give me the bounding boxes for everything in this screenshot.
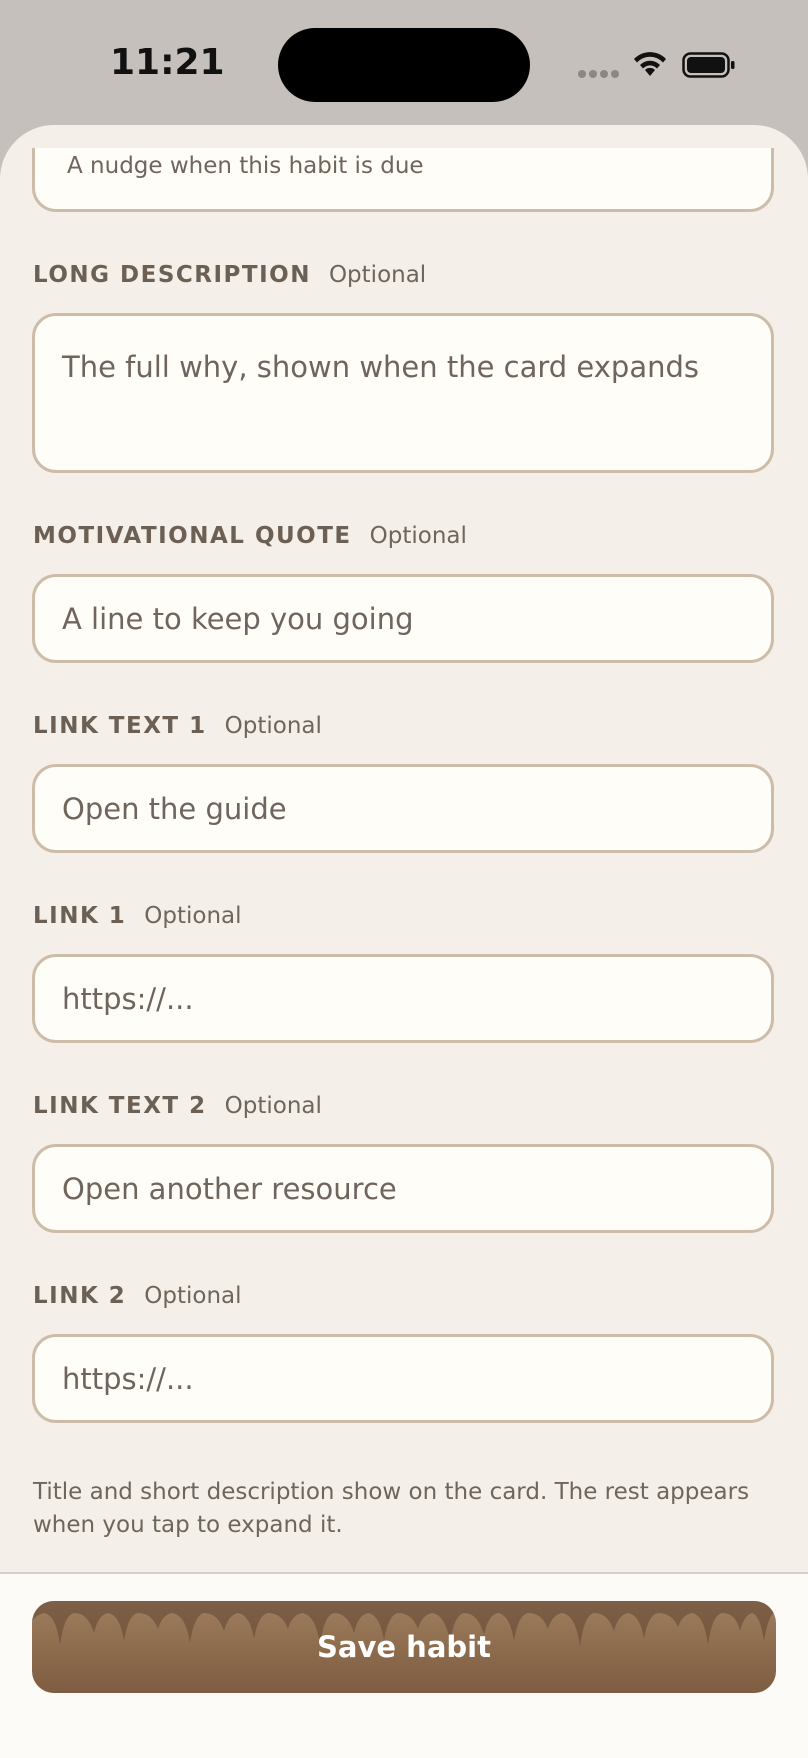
link-text-2-placeholder: Open another resource (62, 1171, 397, 1206)
link-2-label: LINK 2 (33, 1283, 127, 1309)
habit-edit-sheet: A nudge when this habit is due LONG DESC… (0, 125, 808, 1758)
wifi-icon (634, 52, 666, 76)
link-2-label-row: LINK 2 Optional (33, 1283, 242, 1309)
cellular-signal-icon (578, 70, 620, 78)
form-scroll-area[interactable]: A nudge when this habit is due LONG DESC… (0, 148, 808, 1572)
save-habit-button[interactable]: Save habit (32, 1601, 776, 1693)
motivational-quote-label: MOTIVATIONAL QUOTE (33, 523, 352, 549)
footer-bar: Save habit (0, 1572, 808, 1758)
link-2-url-input[interactable]: https://... (32, 1334, 774, 1423)
link-text-2-label-row: LINK TEXT 2 Optional (33, 1093, 322, 1119)
long-description-label-row: LONG DESCRIPTION Optional (33, 262, 426, 288)
link-text-1-label: LINK TEXT 1 (33, 713, 207, 739)
motivational-quote-placeholder: A line to keep you going (62, 601, 414, 636)
reminder-input[interactable]: A nudge when this habit is due (32, 148, 774, 212)
motivational-quote-input[interactable]: A line to keep you going (32, 574, 774, 663)
optional-tag: Optional (224, 1093, 322, 1119)
link-text-1-label-row: LINK TEXT 1 Optional (33, 713, 322, 739)
optional-tag: Optional (328, 262, 427, 288)
link-text-1-placeholder: Open the guide (62, 791, 287, 826)
link-2-placeholder: https://... (62, 1361, 194, 1396)
save-button-label: Save habit (317, 1630, 491, 1664)
link-text-1-input[interactable]: Open the guide (32, 764, 774, 853)
link-text-2-input[interactable]: Open another resource (32, 1144, 774, 1233)
status-bar: 11:21 (0, 0, 808, 125)
status-time: 11:21 (110, 42, 225, 83)
optional-tag: Optional (224, 713, 322, 739)
reminder-placeholder: A nudge when this habit is due (67, 153, 424, 179)
link-text-2-label: LINK TEXT 2 (33, 1093, 207, 1119)
motivational-quote-label-row: MOTIVATIONAL QUOTE Optional (33, 523, 467, 549)
optional-tag: Optional (144, 1283, 242, 1309)
optional-tag: Optional (369, 523, 467, 549)
helper-text: Title and short description show on the … (33, 1479, 750, 1538)
long-description-textarea[interactable]: The full why, shown when the card expand… (32, 313, 774, 473)
dynamic-island (278, 28, 530, 102)
optional-tag: Optional (144, 903, 242, 929)
long-description-placeholder: The full why, shown when the card expand… (62, 350, 699, 384)
battery-icon (682, 52, 735, 78)
long-description-label: LONG DESCRIPTION (33, 262, 311, 288)
link-1-placeholder: https://... (62, 981, 194, 1016)
link-1-label: LINK 1 (33, 903, 127, 929)
link-1-url-input[interactable]: https://... (32, 954, 774, 1043)
link-1-label-row: LINK 1 Optional (33, 903, 242, 929)
